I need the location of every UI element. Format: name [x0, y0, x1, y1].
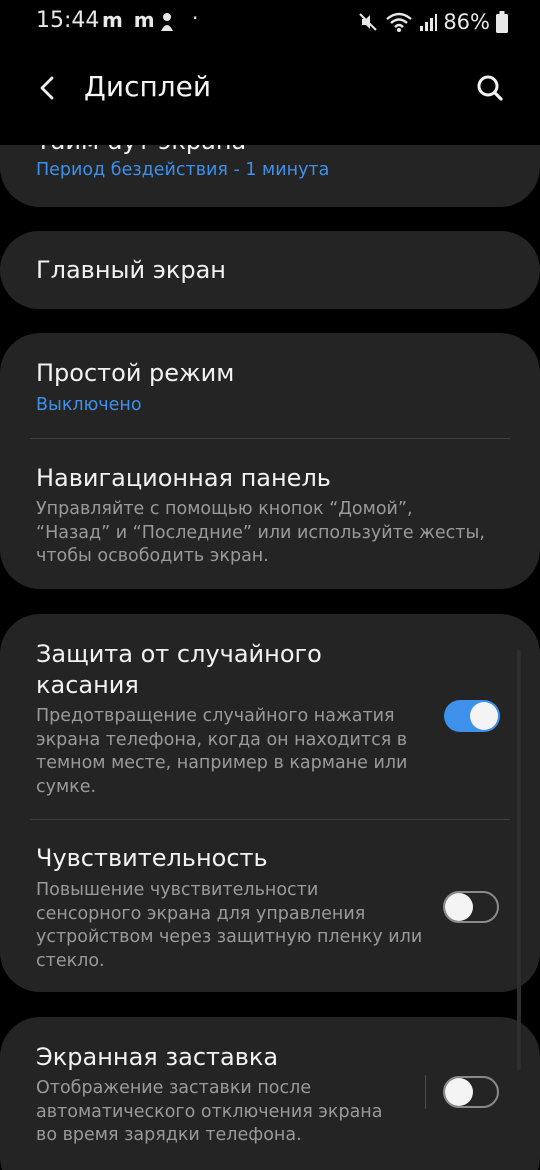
toggle-knob [470, 702, 498, 730]
description-line: экрана телефона, когда он находится в [36, 729, 408, 750]
back-arrow-icon [40, 76, 54, 100]
home-screen-title: Главный экран [36, 256, 226, 284]
layout-card: Простой режим Выключено Навигационная па… [0, 333, 540, 589]
touch-card: Защита от случайного касания Предотвраще… [0, 614, 540, 992]
settings-screen: 15:44 m m · 86% Дисплей Период бездейств… [0, 0, 540, 1170]
description-line: устройством через защитную пленку или [36, 927, 423, 947]
description-line: Повышение чувствительности [36, 880, 319, 900]
sensitivity-description: Повышение чувствительности сенсорного эк… [36, 879, 436, 973]
screensaver-item[interactable]: Экранная заставка Отображение заставки п… [0, 1017, 540, 1170]
mute-icon [359, 13, 378, 31]
title-line: Защита от случайного [36, 640, 322, 668]
title-line: касания [36, 671, 139, 699]
description-line: чтобы освободить экран. [36, 546, 269, 566]
accidental-touch-item[interactable]: Защита от случайного касания Предотвраще… [0, 614, 540, 819]
notification-icons: m m [102, 8, 157, 32]
description-line: сенсорного экрана для управления [36, 903, 366, 924]
sensitivity-title: Чувствительность [36, 844, 268, 872]
screensaver-card: Экранная заставка Отображение заставки п… [0, 1017, 540, 1170]
search-icon [477, 75, 503, 101]
navigation-bar-item[interactable]: Навигационная панель Управляйте с помощь… [0, 439, 540, 589]
battery-percent: 86% [443, 10, 490, 34]
description-line: сумке. [36, 776, 97, 797]
screensaver-toggle[interactable] [443, 1076, 499, 1108]
status-bar: 15:44 m m · 86% [0, 0, 540, 44]
toggle-knob [445, 893, 473, 921]
screen-timeout-title: Тайм-аут экрана [36, 145, 246, 157]
screen-timeout-card: Тайм-аут экрана Период бездействия - 1 м… [0, 145, 540, 207]
vertical-divider [425, 1075, 426, 1109]
description-line: темном месте, например в кармане или [36, 753, 408, 773]
page-title: Дисплей [84, 70, 212, 103]
back-button[interactable] [28, 68, 68, 108]
more-notifications-icon: · [192, 6, 199, 30]
home-screen-card: Главный экран [0, 231, 540, 309]
toggle-knob [445, 1078, 473, 1106]
screensaver-title: Экранная заставка [36, 1043, 279, 1071]
search-button[interactable] [470, 68, 510, 108]
sensitivity-item[interactable]: Чувствительность Повышение чувствительно… [0, 820, 540, 992]
accidental-touch-toggle[interactable] [444, 700, 500, 732]
description-line: Управляйте с помощью кнопок “Домой”, [36, 499, 413, 519]
screen-timeout-status: Период бездействия - 1 минута [36, 160, 330, 180]
screen-timeout-item[interactable]: Тайм-аут экрана Период бездействия - 1 м… [0, 145, 540, 207]
status-right: 86% [357, 8, 508, 36]
easy-mode-title: Простой режим [36, 359, 235, 387]
easy-mode-item[interactable]: Простой режим Выключено [0, 333, 540, 439]
description-line: Отображение заставки после [36, 1078, 312, 1098]
navigation-bar-description: Управляйте с помощью кнопок “Домой”, “На… [36, 498, 496, 569]
accidental-touch-description: Предотвращение случайного нажатия экрана… [36, 705, 436, 799]
notification-app-icon [161, 13, 173, 31]
battery-icon [496, 11, 508, 33]
signal-icon [420, 14, 438, 31]
easy-mode-status: Выключено [36, 395, 142, 415]
scrollbar[interactable] [517, 650, 521, 1070]
status-time: 15:44 [36, 8, 100, 33]
description-line: автоматического отключения экрана [36, 1101, 383, 1122]
home-screen-item[interactable]: Главный экран [0, 231, 540, 309]
description-line: Предотвращение случайного нажатия [36, 706, 395, 726]
navigation-bar-title: Навигационная панель [36, 464, 331, 492]
screensaver-description: Отображение заставки после автоматическо… [36, 1077, 416, 1148]
app-bar: Дисплей [0, 56, 540, 120]
sensitivity-toggle[interactable] [443, 891, 499, 923]
description-line: во время зарядки телефона. [36, 1125, 302, 1145]
description-line: “Назад” и “Последние” или используйте же… [36, 522, 485, 543]
description-line: стекло. [36, 950, 105, 971]
wifi-icon [386, 12, 413, 32]
accidental-touch-title: Защита от случайного касания [36, 639, 322, 701]
